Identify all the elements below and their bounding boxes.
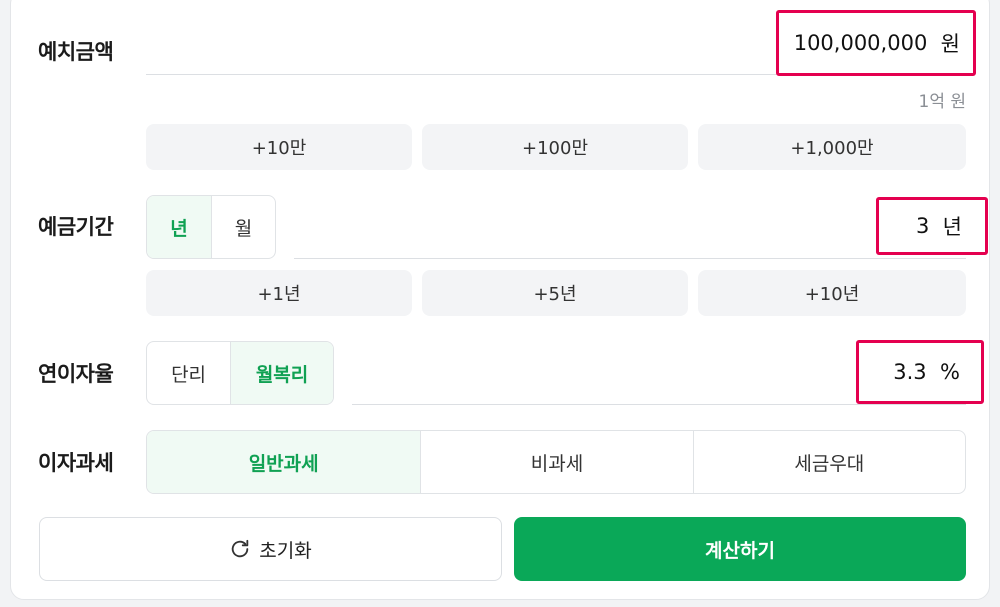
period-unit-toggle: 년 월 <box>146 195 276 259</box>
period-option-month[interactable]: 월 <box>211 196 275 258</box>
deposit-add-100man-button[interactable]: +100만 <box>422 124 688 170</box>
rate-underline <box>352 404 966 405</box>
deposit-highlight-box <box>776 10 976 76</box>
period-add-1y-button[interactable]: +1년 <box>146 270 412 316</box>
reset-button[interactable]: 초기화 <box>39 517 502 581</box>
period-label: 예금기간 <box>38 215 114 239</box>
calculate-button-label: 계산하기 <box>705 539 775 562</box>
rate-label: 연이자율 <box>38 362 114 386</box>
rate-option-simple[interactable]: 단리 <box>147 342 230 404</box>
tax-label: 이자과세 <box>38 451 114 475</box>
calculate-button[interactable]: 계산하기 <box>514 517 966 581</box>
tax-option-preferential[interactable]: 세금우대 <box>692 431 965 493</box>
period-add-10y-button[interactable]: +10년 <box>698 270 966 316</box>
rate-highlight-box <box>856 340 984 404</box>
period-highlight-box <box>876 197 988 255</box>
period-option-year[interactable]: 년 <box>147 196 211 258</box>
rate-type-toggle: 단리 월복리 <box>146 341 334 405</box>
reset-button-label: 초기화 <box>259 539 312 562</box>
deposit-add-1000man-button[interactable]: +1,000만 <box>698 124 966 170</box>
tax-type-toggle: 일반과세 비과세 세금우대 <box>146 430 966 494</box>
refresh-icon <box>229 538 251 560</box>
rate-option-monthly-compound[interactable]: 월복리 <box>230 342 333 404</box>
period-underline <box>294 258 966 259</box>
deposit-hint: 1억 원 <box>918 92 967 112</box>
tax-option-tax-free[interactable]: 비과세 <box>420 431 692 493</box>
period-add-5y-button[interactable]: +5년 <box>422 270 688 316</box>
deposit-label: 예치금액 <box>38 40 114 64</box>
tax-option-general[interactable]: 일반과세 <box>147 431 421 493</box>
deposit-add-10man-button[interactable]: +10만 <box>146 124 412 170</box>
